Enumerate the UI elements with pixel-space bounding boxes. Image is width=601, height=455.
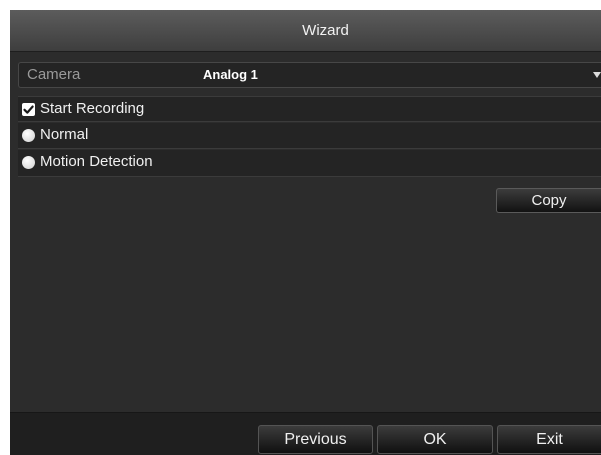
chevron-down-icon[interactable] (593, 72, 601, 78)
normal-option-row[interactable]: Normal (18, 123, 601, 149)
normal-label: Normal (40, 126, 89, 143)
title-bar: Wizard (10, 10, 601, 52)
normal-radio-icon[interactable] (22, 129, 35, 142)
copy-button[interactable]: Copy (496, 188, 601, 213)
camera-label: Camera (27, 66, 81, 83)
start-recording-row[interactable]: Start Recording (18, 96, 601, 122)
previous-button[interactable]: Previous (258, 425, 373, 454)
ok-button[interactable]: OK (377, 425, 493, 454)
start-recording-checkbox[interactable] (22, 103, 35, 116)
camera-select-row[interactable]: Camera Analog 1 (18, 62, 601, 88)
checkmark-icon (23, 105, 34, 114)
start-recording-label: Start Recording (40, 100, 145, 117)
motion-detection-label: Motion Detection (40, 153, 153, 170)
window-title: Wizard (302, 22, 349, 39)
motion-detection-option-row[interactable]: Motion Detection (18, 150, 601, 177)
motion-detection-radio-icon[interactable] (22, 156, 35, 169)
wizard-window: Wizard Camera Analog 1 Start Recording N… (10, 10, 601, 455)
exit-button[interactable]: Exit (497, 425, 601, 454)
footer-bar: Previous OK Exit (10, 412, 601, 455)
camera-select-value[interactable]: Analog 1 (203, 67, 258, 82)
